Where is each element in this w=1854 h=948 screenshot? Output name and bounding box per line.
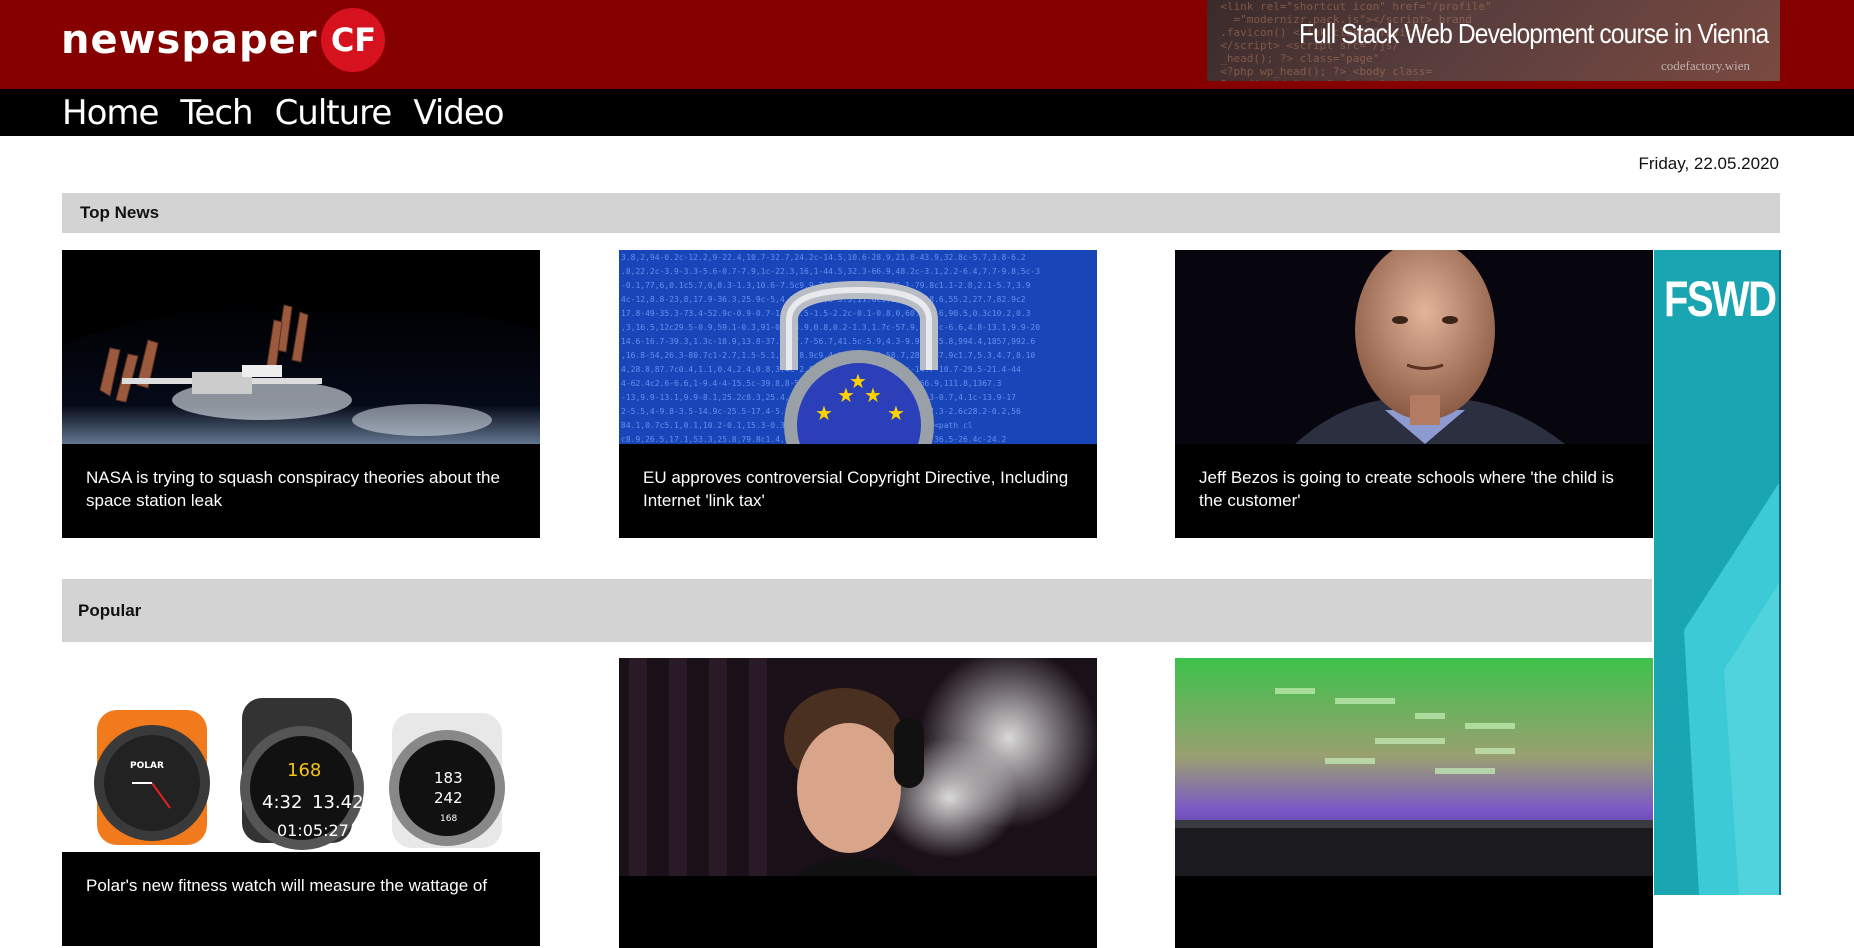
main-nav: Home Tech Culture Video xyxy=(0,89,1854,136)
logo-text: newspaper xyxy=(61,17,318,63)
space-station-image xyxy=(62,250,540,444)
svg-text:POLAR: POLAR xyxy=(130,761,164,771)
top-news-card[interactable]: NASA is trying to squash conspiracy theo… xyxy=(62,250,540,538)
svg-text:4:32: 4:32 xyxy=(262,792,302,813)
jeff-bezos-image xyxy=(1175,250,1653,444)
svg-text:183: 183 xyxy=(434,769,463,787)
popular-header: Popular xyxy=(62,579,1652,642)
nav-item-tech[interactable]: Tech xyxy=(180,93,253,133)
nav-item-video[interactable]: Video xyxy=(413,93,504,133)
top-news-header: Top News xyxy=(62,193,1780,233)
popular-card[interactable]: POLAR 168 4:32 13.42 01:05:27 183 242 16… xyxy=(62,658,540,946)
site-logo[interactable]: newspaper CF xyxy=(61,8,386,72)
top-news-card[interactable]: 3.8,2,94-0.2c-12.2,9-22.4,10.7-32.7,24.2… xyxy=(619,250,1097,538)
nav-item-home[interactable]: Home xyxy=(62,93,159,133)
svg-text:242: 242 xyxy=(434,789,463,807)
logo-badge: CF xyxy=(321,8,386,72)
polar-watches-image: POLAR 168 4:32 13.42 01:05:27 183 242 16… xyxy=(62,658,540,852)
popular-title: Popular xyxy=(78,600,142,620)
svg-text:14.6-16.7-39.3,1.3c-18.9,13.8-: 14.6-16.7-39.3,1.3c-18.9,13.8-37.8,27.7-… xyxy=(621,337,1035,346)
article-caption: Polar's new fitness watch will measure t… xyxy=(62,852,540,946)
top-news-title: Top News xyxy=(80,203,160,222)
article-caption xyxy=(1175,876,1653,948)
header-ad-banner[interactable]: <link rel="shortcut icon" href="/profile… xyxy=(1207,0,1780,81)
popular-card[interactable] xyxy=(1175,658,1653,948)
site-header: newspaper CF <link rel="shortcut icon" h… xyxy=(0,0,1854,89)
svg-text:.8,22.2c-3.9-3.3-5.6-0.7-7.9,1: .8,22.2c-3.9-3.3-5.6-0.7-7.9,1c-22.3,16,… xyxy=(621,267,1040,276)
svg-text:13.42: 13.42 xyxy=(312,792,364,813)
svg-text:★: ★ xyxy=(887,403,905,425)
svg-text:17.8-49-35.3-73.4-52.9c-0.9-0.: 17.8-49-35.3-73.4-52.9c-0.9-0.7-1.4-1.5-… xyxy=(621,309,1031,318)
svg-text:01:05:27: 01:05:27 xyxy=(277,821,349,840)
nav-item-culture[interactable]: Culture xyxy=(275,93,393,133)
banner-subtitle: codefactory.wien xyxy=(1660,58,1750,73)
ad-text: FSWD xyxy=(1664,271,1777,327)
svg-text:3.8,2,94-0.2c-12.2,9-22.4,10.7: 3.8,2,94-0.2c-12.2,9-22.4,10.7-32.7,24.2… xyxy=(621,253,1026,262)
eu-padlock-image: 3.8,2,94-0.2c-12.2,9-22.4,10.7-32.7,24.2… xyxy=(619,250,1097,444)
article-caption: EU approves controversial Copyright Dire… xyxy=(643,468,1069,510)
article-caption: NASA is trying to squash conspiracy theo… xyxy=(86,468,500,510)
sidebar-ad[interactable]: FSWD xyxy=(1654,250,1781,895)
laptop-code-image xyxy=(1175,658,1653,876)
svg-text:★: ★ xyxy=(815,403,833,425)
svg-text:★: ★ xyxy=(849,371,867,393)
article-caption: Jeff Bezos is going to create schools wh… xyxy=(1199,468,1614,510)
svg-text:168: 168 xyxy=(287,760,321,781)
svg-text:,3,16.5,12c29.5-0.9,59.1-0.3,9: ,3,16.5,12c29.5-0.9,59.1-0.3,91-0.3c3.9,… xyxy=(621,323,1040,332)
article-caption xyxy=(619,876,1097,948)
popular-card[interactable] xyxy=(619,658,1097,948)
top-news-card[interactable]: Jeff Bezos is going to create schools wh… xyxy=(1175,250,1653,538)
svg-text:168: 168 xyxy=(440,814,457,824)
current-date: Friday, 22.05.2020 xyxy=(1638,154,1780,173)
elon-musk-image xyxy=(619,658,1097,876)
banner-title: Full Stack Web Development course in Vie… xyxy=(1298,18,1769,49)
